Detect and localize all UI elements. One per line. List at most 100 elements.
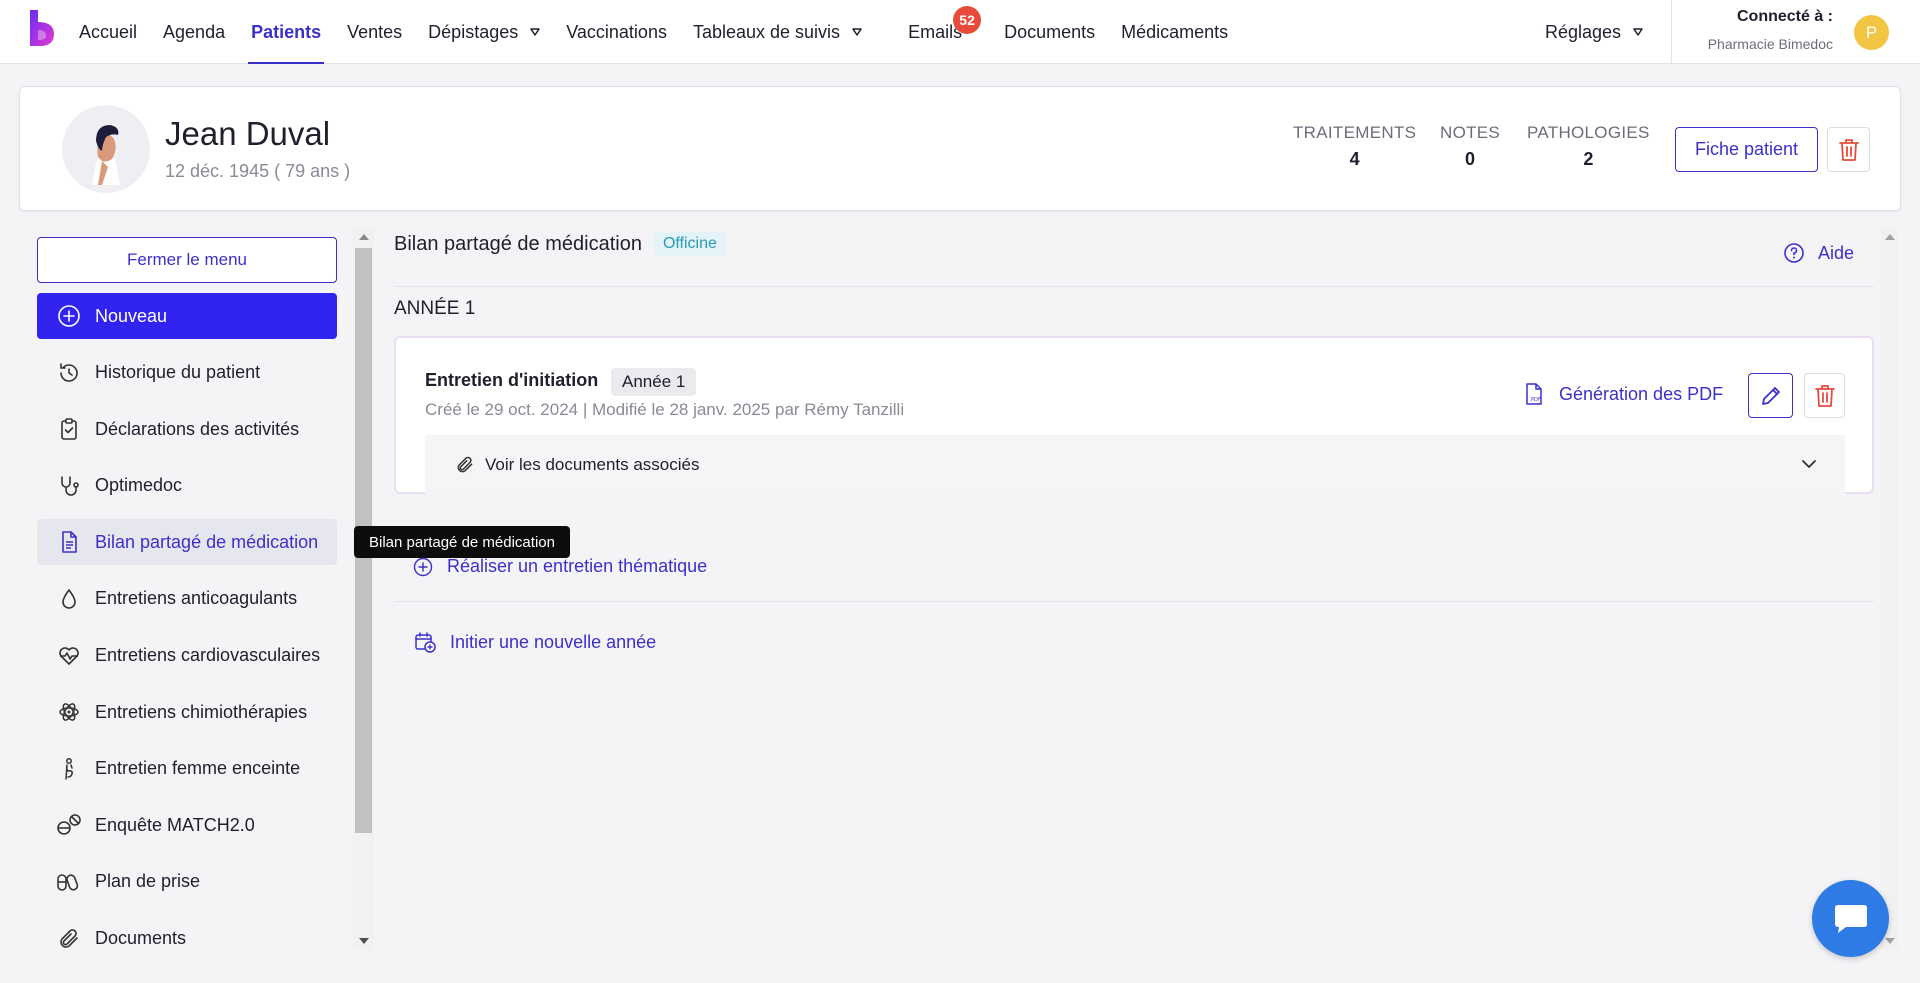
question-circle-icon (1783, 242, 1805, 264)
trash-icon (1838, 138, 1859, 161)
sidebar-item-chimiotherapies[interactable]: Entretiens chimiothérapies (37, 689, 337, 735)
scroll-up-arrow-icon[interactable] (359, 234, 369, 240)
sidebar-item-label: Historique du patient (95, 362, 261, 383)
nav-label: Médicaments (1121, 21, 1229, 42)
main-content: Bilan partagé de médication Officine Aid… (394, 228, 1874, 950)
plus-circle-icon (413, 557, 433, 577)
sidebar-item-label: Bilan partagé de médication (95, 531, 319, 552)
thematic-label: Réaliser un entretien thématique (447, 556, 708, 576)
associated-documents-toggle[interactable]: Voir les documents associés (425, 435, 1845, 495)
main-scrollbar[interactable] (1881, 228, 1898, 950)
stat-notes[interactable]: NOTES 0 (1440, 123, 1500, 170)
caret-down-icon (852, 28, 862, 36)
interview-year-tag: Année 1 (611, 368, 697, 396)
sidebar-item-declarations[interactable]: Déclarations des activités (37, 406, 337, 452)
help-link[interactable]: Aide (1783, 242, 1854, 264)
edit-interview-button[interactable] (1748, 373, 1793, 418)
pregnant-icon (56, 756, 82, 782)
sidebar-scrollbar[interactable] (353, 228, 374, 950)
stethoscope-icon (56, 473, 82, 499)
stat-pathologies[interactable]: PATHOLOGIES 2 (1527, 123, 1650, 170)
nav-label: Patients (251, 21, 322, 42)
pdf-link-label: Génération des PDF (1559, 383, 1724, 404)
trash-icon (1814, 384, 1835, 407)
svg-text:PDF: PDF (1531, 397, 1541, 403)
sidebar-item-label: Optimedoc (95, 475, 183, 496)
divider (394, 286, 1874, 287)
sidebar-item-optimedoc[interactable]: Optimedoc (37, 463, 337, 509)
interview-card: Entretien d'initiation Année 1 Créé le 2… (394, 336, 1874, 495)
nav-patients[interactable]: Patients (238, 0, 334, 64)
nav-vaccinations[interactable]: Vaccinations (553, 0, 680, 64)
nav-label: Accueil (79, 21, 138, 42)
docs-row-label: Voir les documents associés (485, 455, 700, 474)
chevron-down-icon (1801, 459, 1817, 469)
caret-down-icon (530, 28, 540, 36)
sidebar-item-label: Entretiens cardiovasculaires (95, 645, 321, 666)
nav-agenda[interactable]: Agenda (150, 0, 238, 64)
patient-name: Jean Duval (165, 115, 331, 152)
sidebar-item-femme-enceinte[interactable]: Entretien femme enceinte (37, 746, 337, 792)
sidebar-item-anticoagulants[interactable]: Entretiens anticoagulants (37, 576, 337, 622)
pills-icon (56, 812, 82, 838)
settings-label: Réglages (1545, 21, 1622, 42)
nav-label: Agenda (163, 21, 226, 42)
sidebar-item-bilan-partage[interactable]: Bilan partagé de médication (37, 519, 337, 566)
new-button-label: Nouveau (95, 305, 168, 326)
stat-traitements[interactable]: TRAITEMENTS 4 (1293, 123, 1416, 170)
nav-medicaments[interactable]: Médicaments (1108, 0, 1241, 64)
stat-value: 0 (1465, 149, 1476, 169)
nav-depistages[interactable]: Dépistages (415, 0, 553, 64)
plus-circle-icon (57, 304, 81, 328)
chat-button[interactable] (1812, 880, 1889, 957)
delete-interview-button[interactable] (1804, 373, 1845, 418)
top-navigation: Accueil Agenda Patients Ventes Dépistage… (0, 0, 1920, 64)
sidebar-item-documents[interactable]: Documents (37, 916, 337, 962)
sidebar-item-plan-de-prise[interactable]: Plan de prise (37, 859, 337, 905)
nav-tableaux-de-suivis[interactable]: Tableaux de suivis (680, 0, 875, 64)
scroll-down-arrow-icon[interactable] (359, 938, 369, 944)
document-icon (56, 529, 82, 555)
sidebar-item-label: Plan de prise (95, 871, 201, 892)
nav-accueil[interactable]: Accueil (66, 0, 150, 64)
sidebar: Fermer le menu Nouveau Historique du pat… (37, 237, 337, 962)
settings-menu[interactable]: Réglages (1545, 0, 1643, 64)
new-year-link[interactable]: Initier une nouvelle année (414, 631, 656, 653)
nav-label: Vaccinations (566, 21, 667, 42)
stat-label: NOTES (1440, 123, 1501, 142)
nav-ventes[interactable]: Ventes (334, 0, 415, 64)
patient-profile-button[interactable]: Fiche patient (1675, 127, 1818, 172)
paperclip-icon (56, 926, 82, 952)
interview-meta: Créé le 29 oct. 2024 | Modifié le 28 jan… (425, 400, 905, 419)
heart-pulse-icon (56, 643, 82, 669)
nav-label: Dépistages (428, 21, 519, 42)
nav-emails[interactable]: Emails 52 (895, 0, 982, 64)
caret-down-icon (1633, 28, 1643, 36)
year-heading: ANNÉE 1 (394, 298, 476, 319)
nav-label: Tableaux de suivis (692, 21, 841, 42)
sidebar-item-label: Déclarations des activités (95, 418, 300, 439)
scroll-up-arrow-icon[interactable] (1885, 234, 1895, 240)
sidebar-item-match[interactable]: Enquête MATCH2.0 (37, 802, 337, 848)
clipboard-check-icon (56, 416, 82, 442)
pharmacy-name: Pharmacie Bimedoc (1707, 36, 1833, 52)
sidebar-item-label: Entretien femme enceinte (95, 758, 301, 779)
generate-pdf-link[interactable]: PDF Génération des PDF (1523, 382, 1723, 406)
delete-patient-button[interactable] (1827, 127, 1870, 172)
history-icon (56, 360, 82, 386)
thematic-interview-link[interactable]: Réaliser un entretien thématique (413, 556, 707, 577)
pencil-icon (1761, 386, 1780, 405)
sidebar-item-historique[interactable]: Historique du patient (37, 350, 337, 396)
nav-documents[interactable]: Documents (991, 0, 1108, 64)
connected-label: Connecté à : (1736, 8, 1833, 25)
new-button[interactable]: Nouveau (37, 293, 337, 339)
stat-value: 2 (1583, 149, 1594, 169)
sidebar-item-label: Enquête MATCH2.0 (95, 814, 255, 835)
bimedoc-logo[interactable] (28, 8, 58, 48)
scroll-down-arrow-icon[interactable] (1885, 938, 1895, 944)
pdf-file-icon: PDF (1523, 382, 1545, 406)
close-menu-button[interactable]: Fermer le menu (37, 237, 337, 283)
nav-label: Documents (1004, 21, 1096, 42)
sidebar-item-cardiovasculaires[interactable]: Entretiens cardiovasculaires (37, 633, 337, 679)
user-avatar[interactable]: P (1854, 15, 1889, 50)
